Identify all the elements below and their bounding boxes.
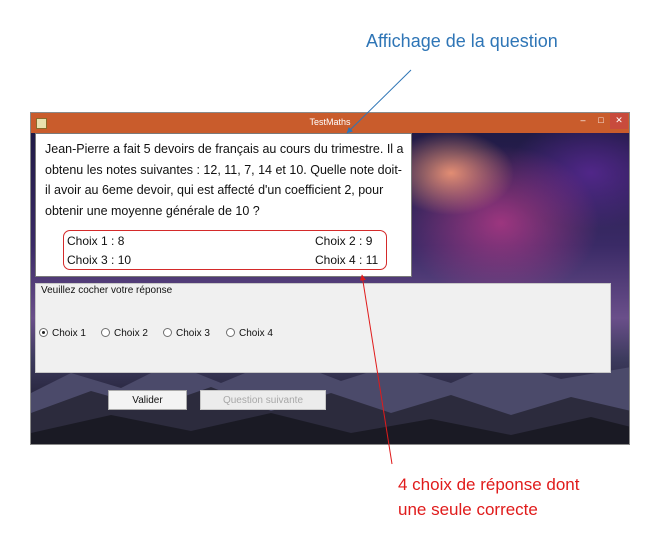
choice-3-label: Choix 3 : 10 — [67, 253, 132, 267]
radio-unchecked-icon — [101, 328, 110, 337]
radio-choice-1-label: Choix 1 — [52, 328, 86, 339]
radio-choice-4[interactable]: Choix 4 — [226, 328, 273, 342]
choice-4-label: Choix 4 : 11 — [315, 253, 379, 267]
annotation-choices: 4 choix de réponse dont une seule correc… — [398, 472, 628, 522]
radio-choice-1[interactable]: Choix 1 — [39, 328, 86, 342]
question-text: Jean-Pierre a fait 5 devoirs de français… — [45, 142, 404, 218]
next-question-button[interactable]: Question suivante — [200, 390, 326, 410]
question-panel: Jean-Pierre a fait 5 devoirs de français… — [35, 133, 412, 277]
radio-unchecked-icon — [226, 328, 235, 337]
answer-group-legend: Veuillez cocher votre réponse — [41, 285, 173, 296]
answer-groupbox: Veuillez cocher votre réponse Choix 1 Ch… — [35, 283, 611, 373]
choice-1-label: Choix 1 : 8 — [67, 234, 125, 248]
radio-unchecked-icon — [163, 328, 172, 337]
validate-button[interactable]: Valider — [108, 390, 187, 410]
radio-choice-2-label: Choix 2 — [114, 328, 148, 339]
radio-choice-3-label: Choix 3 — [176, 328, 210, 339]
title-bar: TestMaths – □ ✕ — [31, 113, 629, 133]
minimize-button[interactable]: – — [574, 113, 592, 129]
choice-2-label: Choix 2 : 9 — [315, 234, 373, 248]
radio-checked-icon — [39, 328, 48, 337]
maximize-button[interactable]: □ — [592, 113, 610, 129]
radio-choice-2[interactable]: Choix 2 — [101, 328, 148, 342]
annotation-choices-line1: 4 choix de réponse dont — [398, 475, 580, 494]
testmaths-window: TestMaths – □ ✕ Jean-Pierre a fait 5 dev… — [30, 112, 630, 445]
annotation-question-display: Affichage de la question — [366, 31, 558, 51]
window-title: TestMaths — [309, 117, 351, 127]
choices-box: Choix 1 : 8 Choix 2 : 9 Choix 3 : 10 Cho… — [63, 230, 387, 270]
radio-choice-3[interactable]: Choix 3 — [163, 328, 210, 342]
close-button[interactable]: ✕ — [610, 113, 628, 129]
annotation-choices-line2: une seule correcte — [398, 500, 538, 519]
radio-choice-4-label: Choix 4 — [239, 328, 273, 339]
